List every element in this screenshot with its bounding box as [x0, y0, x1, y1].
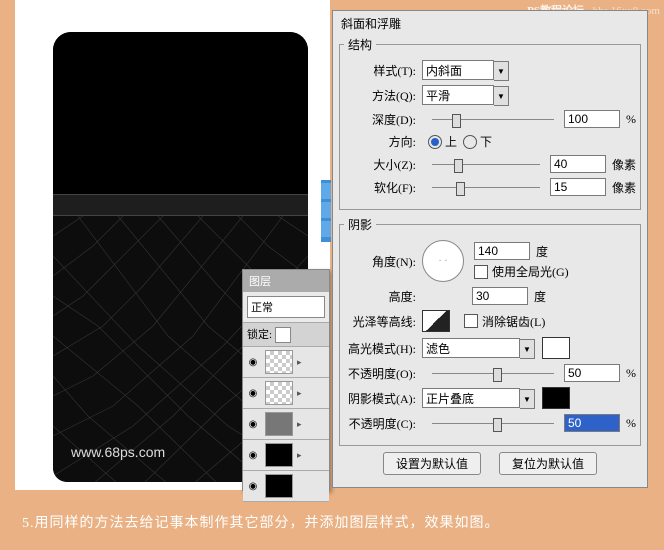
shadow-mode-select[interactable]: 正片叠底▼ [422, 388, 520, 408]
depth-unit: % [626, 112, 636, 127]
layer-row[interactable]: ◉▸ [243, 378, 329, 409]
shadow-opacity-slider[interactable] [432, 416, 554, 430]
antialias-label: 消除锯齿(L) [482, 313, 545, 330]
lock-label: 锁定: [247, 329, 272, 341]
shading-group: 阴影 角度(N): · · 度 使用全局光(G) 高度: [339, 216, 641, 446]
visibility-icon[interactable]: ◉ [243, 357, 263, 368]
angle-unit: 度 [536, 243, 548, 260]
layer-thumb [265, 443, 293, 467]
size-input[interactable] [550, 155, 606, 173]
direction-down-radio[interactable] [463, 135, 477, 149]
layer-thumb [265, 350, 293, 374]
expand-icon[interactable]: ▸ [297, 450, 302, 461]
dropdown-icon: ▼ [520, 339, 535, 359]
reset-default-button[interactable]: 复位为默认值 [499, 452, 597, 475]
altitude-label: 高度: [344, 288, 416, 305]
angle-input[interactable] [474, 242, 530, 260]
shadow-opacity-input[interactable] [564, 414, 620, 432]
layer-thumb [265, 381, 293, 405]
angle-label: 角度(N): [344, 253, 416, 270]
technique-value: 平滑 [426, 87, 450, 104]
size-slider[interactable] [432, 157, 540, 171]
style-select[interactable]: 内斜面▼ [422, 60, 494, 80]
blend-mode-select[interactable]: 正常 [247, 296, 325, 318]
direction-down-label: 下 [480, 133, 492, 150]
altitude-unit: 度 [534, 288, 546, 305]
shadow-color-swatch[interactable] [542, 387, 570, 409]
depth-label: 深度(D): [344, 111, 416, 128]
layer-row[interactable]: ◉▸ [243, 440, 329, 471]
visibility-icon[interactable]: ◉ [243, 481, 263, 492]
lock-row: 锁定: [243, 323, 329, 347]
shadow-mode-label: 阴影模式(A): [344, 390, 416, 407]
layer-row[interactable]: ◉ [243, 471, 329, 502]
notebook-divider [53, 194, 308, 216]
layers-tab[interactable]: 图层 [243, 270, 329, 292]
soften-label: 软化(F): [344, 179, 416, 196]
highlight-mode-select[interactable]: 滤色▼ [422, 338, 520, 358]
highlight-mode-label: 高光模式(H): [344, 340, 416, 357]
style-value: 内斜面 [426, 62, 462, 79]
altitude-input[interactable] [472, 287, 528, 305]
gloss-contour-picker[interactable] [422, 310, 450, 332]
layer-thumb [265, 474, 293, 498]
layer-row[interactable]: ◉▸ [243, 347, 329, 378]
dropdown-icon: ▼ [494, 61, 509, 81]
expand-icon[interactable]: ▸ [297, 388, 302, 399]
layers-panel: 图层 正常 锁定: ◉▸ ◉▸ ◉▸ ◉▸ ◉ [242, 269, 330, 491]
highlight-opacity-slider[interactable] [432, 366, 554, 380]
highlight-opacity-label: 不透明度(O): [344, 365, 416, 382]
layer-row[interactable]: ◉▸ [243, 409, 329, 440]
shading-legend: 阴影 [344, 216, 376, 233]
structure-legend: 结构 [344, 36, 376, 53]
shadow-mode-value: 正片叠底 [426, 390, 474, 407]
style-label: 样式(T): [344, 62, 416, 79]
depth-slider[interactable] [432, 112, 554, 126]
highlight-mode-value: 滤色 [426, 340, 450, 357]
technique-select[interactable]: 平滑▼ [422, 85, 494, 105]
size-unit: 像素 [612, 156, 636, 173]
structure-group: 结构 样式(T): 内斜面▼ 方法(Q): 平滑▼ 深度(D): % 方向: 上… [339, 36, 641, 210]
soften-input[interactable] [550, 178, 606, 196]
shadow-opacity-unit: % [626, 416, 636, 431]
expand-icon[interactable]: ▸ [297, 357, 302, 368]
technique-label: 方法(Q): [344, 87, 416, 104]
dropdown-icon: ▼ [494, 86, 509, 106]
dialog-title: 斜面和浮雕 [341, 15, 641, 32]
size-label: 大小(Z): [344, 156, 416, 173]
visibility-icon[interactable]: ◉ [243, 419, 263, 430]
direction-label: 方向: [344, 133, 416, 150]
dropdown-icon: ▼ [520, 389, 535, 409]
tutorial-caption: 5.用同样的方法去给记事本制作其它部分，并添加图层样式，效果如图。 [0, 499, 664, 550]
global-light-checkbox[interactable] [474, 265, 488, 279]
visibility-icon[interactable]: ◉ [243, 450, 263, 461]
bevel-emboss-dialog: 斜面和浮雕 结构 样式(T): 内斜面▼ 方法(Q): 平滑▼ 深度(D): %… [332, 10, 648, 488]
page: PS教程论坛 bbs.16xx8.com www.68ps.com 图层 正常 [0, 0, 664, 550]
artwork-url-text: www.68ps.com [71, 444, 165, 460]
global-light-label: 使用全局光(G) [492, 263, 569, 280]
selection-indicator [321, 180, 331, 242]
highlight-color-swatch[interactable] [542, 337, 570, 359]
blend-mode-label: 正常 [251, 299, 273, 315]
notebook-header [53, 32, 308, 194]
direction-up-label: 上 [445, 133, 457, 150]
antialias-checkbox[interactable] [464, 314, 478, 328]
shadow-opacity-label: 不透明度(C): [344, 415, 416, 432]
layer-thumb [265, 412, 293, 436]
gloss-label: 光泽等高线: [344, 313, 416, 330]
visibility-icon[interactable]: ◉ [243, 388, 263, 399]
expand-icon[interactable]: ▸ [297, 419, 302, 430]
highlight-opacity-unit: % [626, 366, 636, 381]
direction-up-radio[interactable] [428, 135, 442, 149]
soften-slider[interactable] [432, 180, 540, 194]
soften-unit: 像素 [612, 179, 636, 196]
angle-wheel[interactable]: · · [422, 240, 464, 282]
lock-option-icon[interactable] [275, 327, 291, 343]
depth-input[interactable] [564, 110, 620, 128]
highlight-opacity-input[interactable] [564, 364, 620, 382]
set-default-button[interactable]: 设置为默认值 [383, 452, 481, 475]
